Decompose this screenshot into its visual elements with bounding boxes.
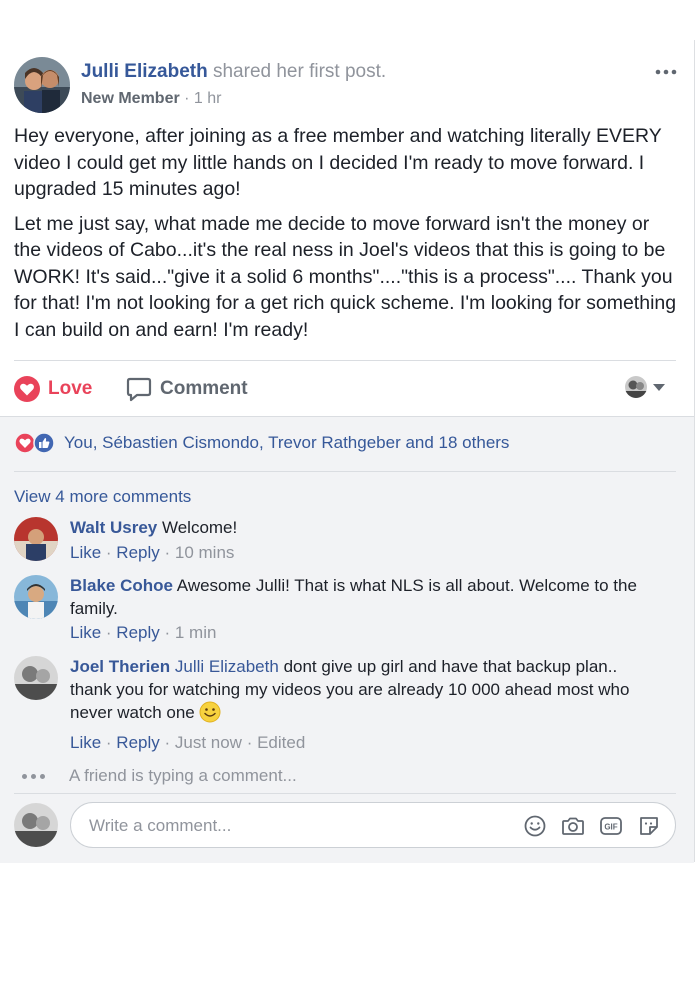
mention-link[interactable]: Julli Elizabeth: [175, 657, 279, 676]
typing-indicator: A friend is typing a comment...: [22, 766, 297, 786]
reply-link[interactable]: Reply: [116, 543, 159, 562]
comment-body: Walt Usrey Welcome! Like · Reply · 10 mi…: [70, 517, 660, 564]
comment-actions: Like · Reply · 10 mins: [70, 542, 660, 565]
like-comment-link[interactable]: Like: [70, 733, 101, 752]
comment-button[interactable]: Comment: [126, 373, 248, 405]
camera-icon[interactable]: [561, 814, 585, 838]
comment-composer: GIF: [70, 802, 676, 849]
post-action-text: shared her first post.: [212, 61, 387, 82]
separator: ·: [159, 732, 175, 752]
comments-section: You, Sébastien Cismondo, Trevor Rathgebe…: [0, 416, 694, 863]
separator: ·: [101, 542, 117, 562]
commenter-name[interactable]: Walt Usrey: [70, 518, 157, 537]
divider: [14, 471, 676, 472]
post-card: Julli Elizabeth shared her first post. N…: [0, 40, 695, 863]
heart-icon: [14, 376, 40, 402]
reaction-audience-selector[interactable]: [625, 376, 665, 398]
viewer-avatar: [625, 376, 647, 398]
edited-label[interactable]: Edited: [257, 733, 305, 752]
comment-body: Blake Cohoe Awesome Julli! That is what …: [70, 575, 660, 645]
separator: ·: [241, 732, 258, 752]
viewer-avatar[interactable]: [14, 803, 58, 847]
post-paragraph: Let me just say, what made me decide to …: [14, 212, 677, 341]
divider: [14, 793, 676, 794]
reaction-icons: [14, 432, 58, 454]
commenter-avatar[interactable]: [14, 517, 58, 561]
commenter-avatar[interactable]: [14, 656, 58, 700]
post-actions: Love Comment: [14, 373, 679, 405]
chevron-down-icon: [653, 383, 665, 391]
more-options-icon[interactable]: [653, 65, 679, 79]
comment-input[interactable]: [87, 803, 491, 849]
sticker-icon[interactable]: [637, 814, 661, 838]
post-timestamp[interactable]: 1 hr: [194, 90, 222, 107]
separator: ·: [101, 623, 117, 642]
emoji-icon[interactable]: [523, 814, 547, 838]
comment-body: Joel Therien Julli Elizabeth dont give u…: [70, 656, 660, 754]
separator: ·: [101, 732, 117, 752]
reaction-names: You, Sébastien Cismondo, Trevor Rathgebe…: [64, 433, 510, 452]
separator: ·: [159, 542, 175, 562]
post-paragraph: Hey everyone, after joining as a free me…: [14, 125, 662, 200]
gif-icon[interactable]: GIF: [599, 814, 623, 838]
meta-separator: ·: [179, 90, 194, 107]
comment-timestamp[interactable]: Just now: [175, 733, 242, 752]
comment-bubble-icon: [126, 377, 152, 402]
view-more-comments-link[interactable]: View 4 more comments: [14, 487, 191, 507]
comment-text: Welcome!: [161, 518, 238, 537]
composer-tools: GIF: [523, 814, 661, 838]
typing-text: A friend is typing a comment...: [69, 766, 297, 785]
comment-actions: Like · Reply · Just now · Edited: [70, 732, 660, 755]
commenter-avatar[interactable]: [14, 575, 58, 619]
like-comment-link[interactable]: Like: [70, 623, 101, 642]
commenter-name[interactable]: Blake Cohoe: [70, 576, 173, 595]
member-badge[interactable]: New Member: [81, 90, 180, 107]
post-body: Hey everyone, after joining as a free me…: [14, 123, 679, 351]
like-comment-link[interactable]: Like: [70, 543, 101, 562]
reply-link[interactable]: Reply: [116, 623, 159, 642]
post-meta: New Member · 1 hr: [81, 90, 222, 108]
author-line: Julli Elizabeth shared her first post.: [81, 61, 386, 83]
divider: [14, 360, 676, 361]
reply-link[interactable]: Reply: [116, 733, 159, 752]
comment-timestamp[interactable]: 1 min: [175, 623, 217, 642]
comment-actions: Like · Reply · 1 min: [70, 622, 660, 645]
love-button[interactable]: Love: [14, 373, 92, 405]
author-name[interactable]: Julli Elizabeth: [81, 61, 208, 82]
comment-timestamp[interactable]: 10 mins: [175, 543, 235, 562]
separator: ·: [159, 623, 175, 642]
smile-emoji-icon: [199, 701, 221, 730]
svg-text:GIF: GIF: [604, 823, 617, 832]
comment-label: Comment: [160, 378, 248, 399]
post-header: Julli Elizabeth shared her first post. N…: [14, 57, 679, 113]
author-avatar[interactable]: [14, 57, 70, 113]
like-reaction-icon: [33, 432, 55, 454]
love-label: Love: [48, 378, 93, 399]
reaction-summary[interactable]: You, Sébastien Cismondo, Trevor Rathgebe…: [14, 432, 509, 454]
commenter-name[interactable]: Joel Therien: [70, 657, 170, 676]
typing-dots-icon: [22, 773, 45, 779]
